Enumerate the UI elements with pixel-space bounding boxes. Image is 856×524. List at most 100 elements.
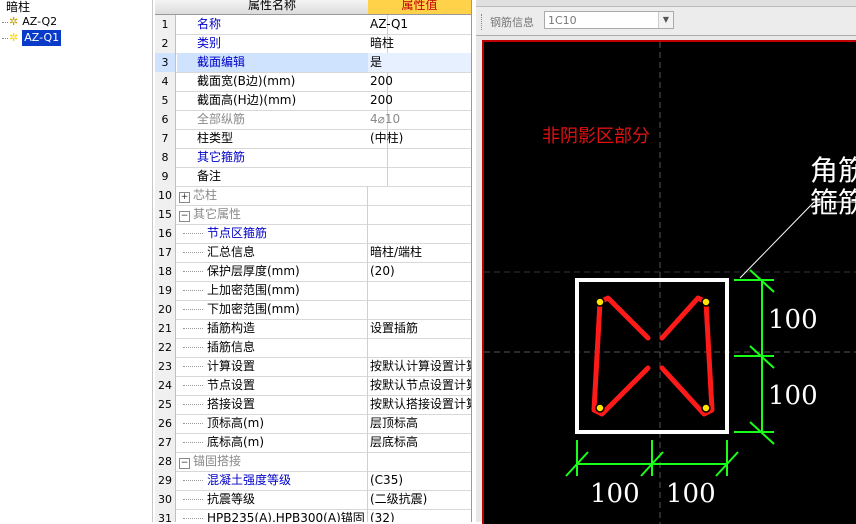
property-value[interactable]: (20) [368, 262, 471, 281]
property-name-cell[interactable]: 计算设置 [177, 357, 368, 376]
property-name-cell[interactable]: 抗震等级 [177, 490, 368, 509]
property-name-cell[interactable]: + 芯柱 [177, 186, 368, 205]
tree-node-az-q2[interactable]: ✲ AZ-Q2 [2, 14, 57, 30]
property-value[interactable]: 按默认计算设置计算 [368, 357, 471, 376]
collapse-icon[interactable]: − [179, 211, 190, 222]
collapse-icon[interactable]: − [179, 458, 190, 469]
rebar-dot[interactable] [595, 403, 605, 413]
vertical-dimension [734, 269, 775, 445]
table-row[interactable]: 23 计算设置 按默认计算设置计算 [155, 357, 471, 377]
table-row[interactable]: 26 顶标高(m) 层顶标高 [155, 414, 471, 434]
rebar-dot[interactable] [701, 297, 711, 307]
property-name-cell[interactable]: 搭接设置 [177, 395, 368, 414]
property-value[interactable]: 200 [368, 91, 471, 110]
expand-icon[interactable]: + [179, 192, 190, 203]
tree-root-label[interactable]: 暗柱 [6, 0, 30, 15]
corner-label: 角筋 [810, 154, 856, 187]
property-value[interactable]: (中柱) [368, 129, 471, 148]
table-row[interactable]: 30 抗震等级 (二级抗震) [155, 490, 471, 510]
property-value[interactable]: 层顶标高 [368, 414, 471, 433]
property-name-cell[interactable]: 上加密范围(mm) [177, 281, 368, 300]
property-value[interactable] [368, 186, 471, 205]
table-row[interactable]: 31 HPB235(A),HPB300(A)锚固 (32) [155, 509, 471, 522]
property-name-cell[interactable]: 顶标高(m) [177, 414, 368, 433]
property-name-cell[interactable]: 备注 [177, 167, 388, 186]
table-row[interactable]: 4 截面宽(B边)(mm) 200 [155, 72, 471, 92]
tree-line [183, 366, 203, 367]
property-name-cell[interactable]: 插筋信息 [177, 338, 368, 357]
table-row[interactable]: 5 截面高(H边)(mm) 200 [155, 91, 471, 111]
property-value[interactable] [368, 300, 471, 319]
table-row[interactable]: 3 截面编辑 是 [155, 53, 471, 73]
rebar-dot[interactable] [701, 403, 711, 413]
property-name-cell[interactable]: 下加密范围(mm) [177, 300, 368, 319]
property-value[interactable]: 层底标高 [368, 433, 471, 452]
property-name-cell[interactable]: − 锚固搭接 [177, 452, 368, 471]
property-name-cell[interactable]: HPB235(A),HPB300(A)锚固 [177, 509, 368, 522]
table-row[interactable]: 16 节点区箍筋 [155, 224, 471, 244]
property-name-cell[interactable]: 截面宽(B边)(mm) [177, 72, 388, 91]
table-row[interactable]: 18 保护层厚度(mm) (20) [155, 262, 471, 282]
property-value[interactable]: 200 [368, 72, 471, 91]
property-name-cell[interactable]: 保护层厚度(mm) [177, 262, 368, 281]
property-value[interactable]: 设置插筋 [368, 319, 471, 338]
property-value[interactable] [368, 452, 471, 471]
property-name-cell[interactable]: − 其它属性 [177, 205, 368, 224]
property-value[interactable]: AZ-Q1 [368, 15, 471, 34]
table-row[interactable]: 25 搭接设置 按默认搭接设置计算 [155, 395, 471, 415]
table-row[interactable]: 1 名称 AZ-Q1 [155, 15, 471, 35]
property-value[interactable]: (二级抗震) [368, 490, 471, 509]
property-value[interactable]: 暗柱 [368, 34, 471, 53]
property-value[interactable] [368, 281, 471, 300]
property-name-cell[interactable]: 其它箍筋 [177, 148, 388, 167]
table-row[interactable]: 20 下加密范围(mm) [155, 300, 471, 320]
property-name-cell[interactable]: 截面编辑 [177, 53, 388, 72]
table-row[interactable]: 22 插筋信息 [155, 338, 471, 358]
table-row[interactable]: 10 + 芯柱 [155, 186, 471, 206]
property-name-cell[interactable]: 汇总信息 [177, 243, 368, 262]
property-name-cell[interactable]: 节点区箍筋 [177, 224, 368, 243]
property-value[interactable]: 暗柱/端柱 [368, 243, 471, 262]
property-value[interactable] [368, 338, 471, 357]
table-row[interactable]: 9 备注 [155, 167, 471, 187]
property-name-cell[interactable]: 底标高(m) [177, 433, 368, 452]
property-value[interactable] [368, 224, 471, 243]
property-value[interactable] [368, 167, 471, 186]
tree-node-az-q1[interactable]: ✲ AZ-Q1 [2, 30, 62, 46]
property-name-cell[interactable]: 柱类型 [177, 129, 388, 148]
property-name-cell[interactable]: 名称 [177, 15, 388, 34]
property-name-cell[interactable]: 混凝土强度等级 [177, 471, 368, 490]
table-row[interactable]: 27 底标高(m) 层底标高 [155, 433, 471, 453]
property-value[interactable] [368, 205, 471, 224]
property-value[interactable]: (32) [368, 509, 471, 522]
table-row[interactable]: 19 上加密范围(mm) [155, 281, 471, 301]
table-row[interactable]: 2 类别 暗柱 [155, 34, 471, 54]
rebar-dot[interactable] [595, 297, 605, 307]
property-name-cell[interactable]: 节点设置 [177, 376, 368, 395]
table-row[interactable]: 17 汇总信息 暗柱/端柱 [155, 243, 471, 263]
property-value[interactable]: 按默认节点设置计算 [368, 376, 471, 395]
property-name-cell[interactable]: 全部纵筋 [177, 110, 388, 129]
table-row[interactable]: 15− 其它属性 [155, 205, 471, 225]
toolbar-grip[interactable] [481, 14, 485, 30]
table-row[interactable]: 24 节点设置 按默认节点设置计算 [155, 376, 471, 396]
table-row[interactable]: 8 其它箍筋 [155, 148, 471, 168]
property-value[interactable]: 4⌀10 [368, 110, 471, 129]
property-value[interactable] [368, 148, 471, 167]
table-row[interactable]: 7 柱类型 (中柱) [155, 129, 471, 149]
property-name-cell[interactable]: 截面高(H边)(mm) [177, 91, 388, 110]
section-canvas[interactable]: 非阴影区部分 角筋 箍筋 [482, 40, 856, 524]
table-row[interactable]: 6 全部纵筋 4⌀10 [155, 110, 471, 130]
table-row[interactable]: 28− 锚固搭接 [155, 452, 471, 472]
property-value[interactable]: (C35) [368, 471, 471, 490]
table-row[interactable]: 21 插筋构造 设置插筋 [155, 319, 471, 339]
table-row[interactable]: 29 混凝土强度等级 (C35) [155, 471, 471, 491]
property-value[interactable]: 按默认搭接设置计算 [368, 395, 471, 414]
property-name-cell[interactable]: 插筋构造 [177, 319, 368, 338]
tree-line [183, 423, 203, 424]
property-name: 底标高(m) [207, 435, 265, 449]
property-name-cell[interactable]: 类别 [177, 34, 388, 53]
property-value[interactable]: 是 [368, 53, 471, 72]
rebar-info-select[interactable]: 1C10 ▼ [544, 11, 674, 29]
chevron-down-icon[interactable]: ▼ [658, 12, 673, 28]
